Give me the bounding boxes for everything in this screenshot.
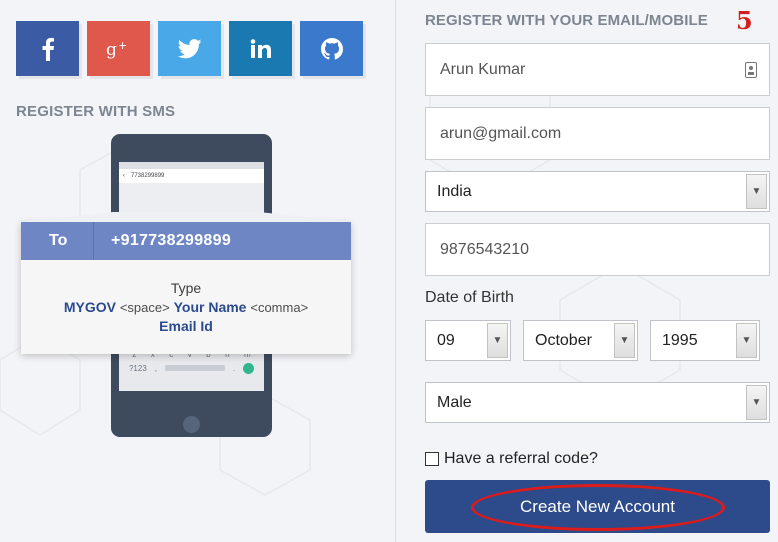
- github-icon: [320, 37, 343, 60]
- keyboard-row-controls: ?123 , .: [125, 361, 258, 375]
- chevron-down-icon: ▼: [614, 323, 635, 358]
- referral-label: Have a referral code?: [444, 450, 598, 467]
- email-field-value: arun@gmail.com: [440, 124, 562, 142]
- dob-month-value: October: [535, 331, 592, 349]
- sms-type-line: Type: [170, 280, 202, 296]
- dob-label: Date of Birth: [425, 289, 514, 306]
- chevron-down-icon: ▼: [487, 323, 508, 358]
- phone-status-bar: [119, 162, 264, 169]
- back-arrow-icon: ‹: [123, 173, 125, 179]
- name-field-value: Arun Kumar: [440, 60, 526, 78]
- keyboard-mode-key: ?123: [128, 363, 147, 373]
- github-button[interactable]: [300, 21, 363, 76]
- sms-section-heading: REGISTER WITH SMS: [16, 103, 176, 120]
- email-field[interactable]: arun@gmail.com: [425, 107, 770, 160]
- sms-card-perspective-edge: [21, 212, 351, 222]
- email-section-heading: REGISTER WITH YOUR EMAIL/MOBILE: [425, 12, 708, 29]
- svg-text:g: g: [106, 40, 117, 59]
- dob-month-select[interactable]: October ▼: [523, 320, 638, 361]
- sms-register-panel: g + REGISTER WITH SMS ‹ 7738299899 z x c…: [0, 0, 395, 542]
- create-account-button[interactable]: Create New Account: [425, 480, 770, 533]
- twitter-icon: [177, 38, 202, 59]
- keyboard-spacebar: [164, 365, 225, 371]
- email-register-panel: REGISTER WITH YOUR EMAIL/MOBILE 5 Arun K…: [396, 0, 778, 542]
- step-number-annotation: 5: [736, 6, 753, 35]
- sms-space-token: <space>: [119, 300, 170, 315]
- country-select[interactable]: India ▼: [425, 171, 770, 212]
- facebook-icon: [41, 37, 55, 61]
- twitter-button[interactable]: [158, 21, 221, 76]
- sms-comma-token: <comma>: [250, 300, 309, 315]
- linkedin-button[interactable]: [229, 21, 292, 76]
- svg-text:+: +: [118, 39, 127, 52]
- dob-day-select[interactable]: 09 ▼: [425, 320, 511, 361]
- social-login-bar: g +: [16, 21, 363, 76]
- google-plus-button[interactable]: g +: [87, 21, 150, 76]
- linkedin-icon: [250, 38, 272, 59]
- google-plus-icon: g +: [106, 39, 132, 59]
- country-select-value: India: [437, 182, 472, 200]
- dob-year-value: 1995: [662, 331, 698, 349]
- dob-year-select[interactable]: 1995 ▼: [650, 320, 760, 361]
- sms-instruction-card: To +917738299899 Type MYGOV <space> Your…: [21, 222, 351, 354]
- chevron-down-icon: ▼: [736, 323, 757, 358]
- sms-to-label: To: [21, 222, 94, 260]
- keyboard-period-key: .: [232, 363, 236, 373]
- phone-address-number: 7738299899: [131, 173, 165, 179]
- referral-checkbox[interactable]: [425, 452, 439, 466]
- sms-keyword-name: Your Name: [173, 299, 247, 315]
- facebook-button[interactable]: [16, 21, 79, 76]
- sms-recipient-bar: To +917738299899: [21, 222, 351, 260]
- keyboard-go-key: [242, 362, 254, 374]
- gender-select-value: Male: [437, 393, 472, 411]
- contact-card-icon: [745, 61, 757, 78]
- mobile-field[interactable]: 9876543210: [425, 223, 770, 276]
- sms-recipient-number: +917738299899: [111, 232, 232, 249]
- sms-keyword-mygov: MYGOV: [63, 299, 116, 315]
- phone-home-button: [183, 416, 200, 433]
- referral-option[interactable]: Have a referral code?: [425, 450, 598, 468]
- phone-address-bar: ‹ 7738299899: [119, 169, 264, 183]
- keyboard-comma-key: ,: [154, 363, 157, 373]
- sms-keyword-email: Email Id: [159, 318, 213, 334]
- sms-format-line: MYGOV <space> Your Name <comma>: [21, 298, 351, 317]
- chevron-down-icon: ▼: [746, 385, 767, 420]
- dob-day-value: 09: [437, 331, 455, 349]
- name-field[interactable]: Arun Kumar: [425, 43, 770, 96]
- gender-select[interactable]: Male ▼: [425, 382, 770, 423]
- mobile-field-value: 9876543210: [440, 240, 529, 258]
- sms-format-instructions: Type MYGOV <space> Your Name <comma> Ema…: [21, 260, 351, 336]
- chevron-down-icon: ▼: [746, 174, 767, 209]
